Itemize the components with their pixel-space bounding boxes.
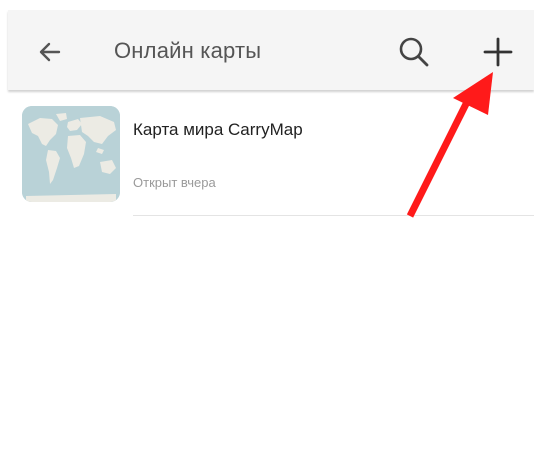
search-icon (399, 37, 429, 67)
map-last-opened: Открыт вчера (133, 175, 216, 190)
app-bar: Онлайн карты (8, 10, 534, 90)
page-title: Онлайн карты (114, 38, 262, 63)
add-map-button[interactable] (478, 32, 518, 72)
world-map-icon (22, 106, 120, 202)
world-map-thumbnail (22, 106, 120, 202)
map-title: Карта мира CarryMap (133, 120, 303, 139)
search-button[interactable] (394, 32, 434, 72)
arrow-left-icon (39, 42, 61, 62)
plus-icon (483, 37, 513, 67)
list-divider (133, 215, 534, 216)
back-button[interactable] (32, 34, 68, 70)
map-list-item[interactable]: Карта мира CarryMap Открыт вчера (8, 98, 534, 216)
